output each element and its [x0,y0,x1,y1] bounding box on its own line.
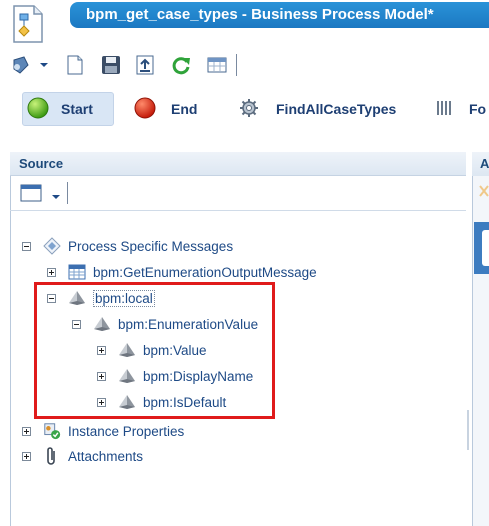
tree-node-instance-properties[interactable]: Instance Properties [22,421,184,441]
palette-item-start[interactable]: Start [22,92,114,126]
right-panel-tool-icon[interactable] [478,182,489,205]
message-table-icon [68,263,86,281]
grid-icon[interactable] [206,54,228,76]
tree-node-label: bpm:GetEnumerationOutputMessage [93,264,317,280]
form-bars-icon [436,99,452,120]
view-toggle-icon[interactable] [20,184,42,207]
process-menu-icon[interactable] [10,54,32,76]
source-panel-title: Source [10,152,466,176]
palette-item-form[interactable]: Fo [436,92,489,126]
toolbar-separator [236,54,237,76]
view-dropdown-arrow-icon[interactable] [50,189,62,207]
gear-activity-icon [238,97,260,122]
tree-node-label: Instance Properties [68,423,185,439]
paperclip-icon [43,447,61,465]
instance-properties-icon [43,422,61,440]
palette-item-label: Fo [469,101,487,117]
tree-node-attachments[interactable]: Attachments [22,446,143,466]
right-panel-title: A [472,152,489,176]
save-icon[interactable] [100,54,122,76]
palette-item-end[interactable]: End [134,92,197,126]
tree-node-label: Process Specific Messages [68,238,234,254]
expand-toggle[interactable] [22,451,31,461]
panel-scrollbar[interactable] [467,410,469,450]
dropdown-arrow-icon[interactable] [38,58,50,70]
palette-item-label: FindAllCaseTypes [276,101,397,117]
tree-node-label: Attachments [68,448,144,464]
expand-toggle[interactable] [22,426,31,436]
right-panel [472,152,489,526]
export-icon[interactable] [134,54,156,76]
right-panel-node [482,230,489,266]
window-title: bpm_get_case_types - Business Process Mo… [86,6,434,23]
source-toolbar-separator [67,182,68,204]
app-logo-icon [8,4,48,49]
new-document-icon[interactable] [64,54,86,76]
expand-toggle[interactable] [47,267,56,277]
start-green-circle-icon [27,97,49,122]
messages-diamond-icon [43,237,61,255]
palette-item-label: Start [61,101,93,117]
source-toolbar [10,177,466,211]
end-red-circle-icon [134,97,156,122]
palette-item-findallcasetypes[interactable]: FindAllCaseTypes [238,92,396,126]
refresh-icon[interactable] [170,54,192,76]
tree-node-getenumerationoutputmessage[interactable]: bpm:GetEnumerationOutputMessage [47,262,317,282]
highlight-box [34,282,275,419]
collapse-toggle[interactable] [22,241,31,251]
tree-node-process-specific-messages[interactable]: Process Specific Messages [22,236,233,256]
palette-item-label: End [171,101,198,117]
